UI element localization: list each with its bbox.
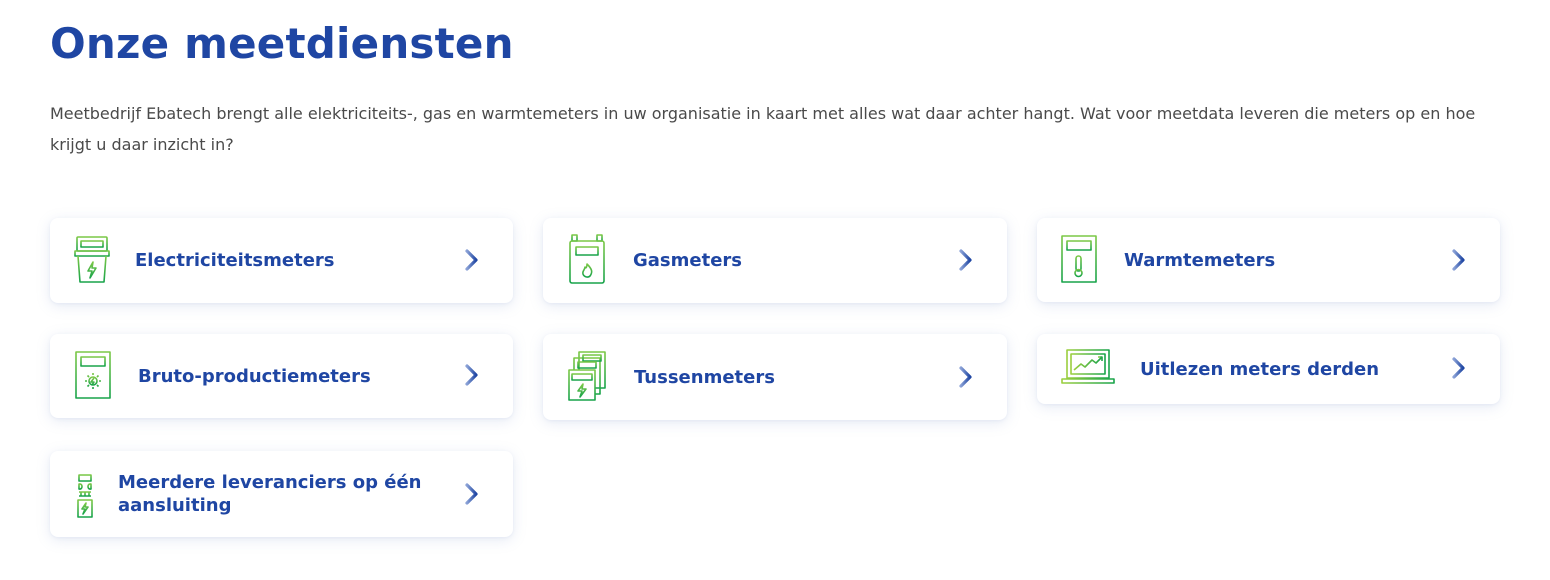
- chevron-right-icon: [465, 483, 478, 505]
- production-meter-icon: [75, 351, 111, 399]
- service-card-meerdere-leveranciers[interactable]: Meerdere leveranciers op één aansluiting: [50, 451, 513, 537]
- service-card-label: Uitlezen meters derden: [1140, 359, 1380, 380]
- chevron-right-icon: [465, 249, 478, 271]
- service-card-warmtemeters[interactable]: Warmtemeters: [1037, 218, 1500, 302]
- service-card-label: Electriciteitsmeters: [135, 250, 335, 271]
- page-title: Onze meetdiensten: [50, 19, 514, 68]
- services-section: Onze meetdiensten Meetbedrijf Ebatech br…: [0, 0, 1550, 580]
- service-card-label: Tussenmeters: [634, 367, 775, 388]
- service-card-label: Warmtemeters: [1124, 250, 1276, 271]
- heat-meter-icon: [1061, 235, 1097, 283]
- chevron-right-icon: [959, 366, 972, 388]
- service-card-tussenmeters[interactable]: Tussenmeters: [543, 334, 1007, 420]
- service-card-gasmeters[interactable]: Gasmeters: [543, 218, 1007, 303]
- service-card-label: Meerdere leveranciers op één aansluiting: [118, 472, 422, 516]
- service-card-bruto-productiemeters[interactable]: Bruto-productiemeters: [50, 334, 513, 418]
- gas-meter-icon: [569, 234, 605, 284]
- service-card-uitlezen-meters-derden[interactable]: Uitlezen meters derden: [1037, 334, 1500, 404]
- chevron-right-icon: [1452, 357, 1465, 379]
- electricity-meter-icon: [74, 236, 110, 283]
- sub-meters-icon: [568, 351, 606, 401]
- service-card-electriciteitsmeters[interactable]: Electriciteitsmeters: [50, 218, 513, 303]
- multi-supplier-icon: [77, 468, 93, 518]
- intro-text: Meetbedrijf Ebatech brengt alle elektric…: [50, 104, 1476, 154]
- service-card-label: Gasmeters: [633, 250, 743, 271]
- chevron-right-icon: [465, 364, 478, 386]
- service-card-label: Bruto-productiemeters: [138, 366, 371, 387]
- laptop-chart-icon: [1061, 349, 1115, 384]
- chevron-right-icon: [1452, 249, 1465, 271]
- chevron-right-icon: [959, 249, 972, 271]
